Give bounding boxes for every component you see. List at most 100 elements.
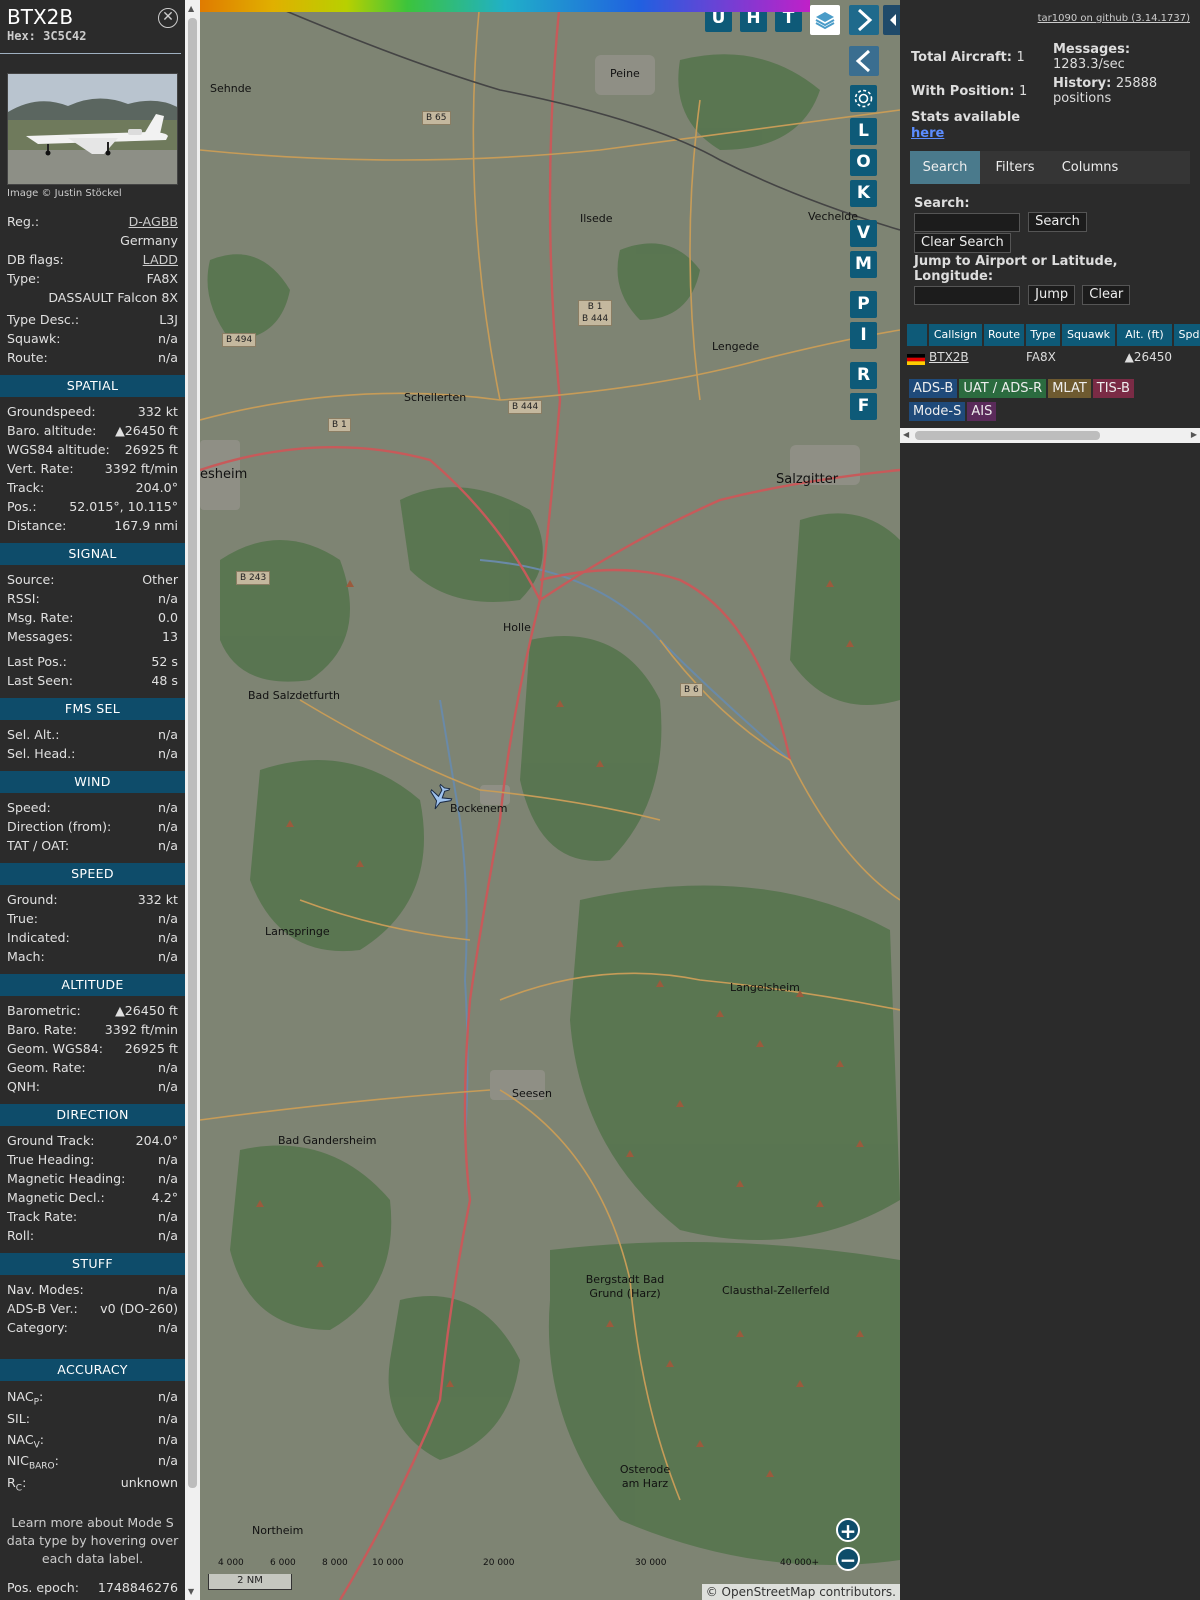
info-row-label: ADS-B Ver.: [7,1301,78,1316]
info-row: Barometric: ▲26450 ft [0,1001,185,1020]
follow-button[interactable]: F [850,393,877,420]
gear-icon[interactable] [850,85,877,112]
signal-rows: Source: Other RSSI: n/a Msg. Rate: 0.0 Message… [0,570,185,646]
search-input[interactable] [914,212,1020,232]
jump-label: Jump to Airport or Latitude, Longitude: [914,254,1118,284]
aircraft-photo[interactable] [7,73,178,185]
road-label: B 243 [236,571,271,585]
column-header[interactable]: Squawk [1062,324,1115,346]
scroll-right-arrow-icon[interactable]: ▶ [1191,430,1197,439]
vessel-toggle-button[interactable]: V [850,220,877,247]
info-row: Ground: 332 kt [0,890,185,909]
info-row-label: Pos.: [7,499,37,514]
table-row[interactable]: BTX2B FA8X ▲26450 [907,348,1200,366]
place-label: Bergstadt Bad Grund (Harz) [585,1273,665,1300]
close-icon[interactable]: ✕ [158,8,178,28]
layers-icon[interactable] [810,5,840,35]
rotate-button[interactable]: R [850,362,877,389]
info-row: Track: 204.0° [0,478,185,497]
tab-columns[interactable]: Columns [1050,151,1130,184]
chevron-left-icon[interactable] [849,46,879,76]
typedesc-row: Type Desc.: L3J [7,312,178,327]
info-row-label: Last Seen: [7,673,73,688]
column-header[interactable]: Alt. (ft) [1117,324,1172,346]
info-row-value: n/a [158,746,178,761]
github-link[interactable]: tar1090 on github (3.14.1737) [1038,13,1190,24]
flag-column-header[interactable] [907,324,927,346]
dbflags-link[interactable]: LADD [143,250,178,269]
zoom-out-icon[interactable]: − [836,1547,860,1571]
kiosk-button[interactable]: K [850,180,877,207]
info-row-value: 13 [161,629,178,644]
labels-toggle-button[interactable]: L [850,118,877,145]
clear-jump-button[interactable]: Clear [1082,285,1131,305]
column-header[interactable]: Type [1026,324,1060,346]
persistence-button[interactable]: P [850,291,877,318]
column-header[interactable]: Callsign [929,324,982,346]
column-header[interactable]: Spd [1174,324,1200,346]
altitude-color-legend [200,0,810,12]
scroll-up-arrow-icon[interactable]: ▲ [188,4,194,13]
squawk-row: Squawk: n/a [7,331,178,346]
info-row-label: Speed: [7,800,51,815]
info-row-label: RSSI: [7,591,40,606]
info-row-label: Last Pos.: [7,654,67,669]
scroll-left-arrow-icon[interactable]: ◀ [903,430,909,439]
place-label: Sehnde [210,82,252,95]
tab-filters[interactable]: Filters [980,151,1050,184]
tab-search[interactable]: Search [910,151,980,184]
map-view[interactable]: Sehnde Peine Ilsede Vechelde Lengede Sch… [200,0,900,1600]
chevron-right-icon[interactable] [849,5,879,35]
germany-flag-icon [907,348,927,366]
row-callsign[interactable]: BTX2B [929,348,982,366]
info-row-label: Geom. Rate: [7,1060,86,1075]
column-header[interactable]: Route [984,324,1024,346]
map-attribution[interactable]: © OpenStreetMap contributors. [701,1584,900,1600]
jump-button[interactable]: Jump [1028,285,1076,305]
scrollbar-thumb[interactable] [188,18,197,1488]
info-row-value: ▲26450 ft [115,423,178,438]
info-row: Baro. altitude: ▲26450 ft [0,421,185,440]
jump-input[interactable] [914,285,1020,305]
info-row-value: 332 kt [137,892,178,907]
info-row: True: n/a [0,909,185,928]
source-badge: Mode-S [909,402,966,421]
scroll-down-arrow-icon[interactable]: ▼ [188,1587,194,1596]
info-row-value: 332 kt [137,404,178,419]
info-row: Magnetic Decl.: 4.2° [0,1188,185,1207]
registration-link[interactable]: D-AGBB [129,212,178,231]
info-row-value: n/a [158,727,178,742]
road-label: B 65 [422,111,451,125]
info-row-value: v0 (DO-260) [100,1301,178,1316]
info-row-label: Sel. Head.: [7,746,76,761]
extended-labels-button[interactable]: O [850,149,877,176]
info-row-value: n/a [158,1152,178,1167]
ident-button[interactable]: I [850,322,877,349]
multi-select-button[interactable]: M [850,251,877,278]
search-button[interactable]: Search [1028,212,1087,232]
section-accuracy: ACCURACY [0,1359,185,1381]
road-label: B 6 [680,683,703,697]
info-row-label: Mach: [7,949,45,964]
section-stuff: STUFF [0,1253,185,1275]
clear-search-button[interactable]: Clear Search [914,233,1011,253]
info-panel-scrollbar[interactable]: ▲ ▼ [185,0,200,1600]
road-label: B 444 [508,400,543,414]
alt-tick: 20 000 [483,1558,515,1568]
hscroll-thumb[interactable] [915,431,1100,440]
info-row-value: 52 s [151,654,178,669]
source-badge: AIS [967,402,997,421]
alt-tick: 40 000+ [780,1558,820,1568]
info-row-value: n/a [158,1079,178,1094]
place-label: Bockenem [450,802,508,815]
stats-here-link[interactable]: here [911,126,944,141]
source-badge: TIS-B [1092,379,1134,398]
table-horizontal-scrollbar[interactable]: ◀ ▶ [900,428,1200,443]
zoom-in-icon[interactable]: + [836,1518,860,1542]
expand-sidebar-icon[interactable] [883,5,900,35]
info-row-label: Magnetic Heading: [7,1171,126,1186]
info-row-label: Track Rate: [7,1209,78,1224]
speed-rows: Ground: 332 kt True: n/a Indicated: n/a Mach: n… [0,890,185,966]
info-row-value: 26925 ft [124,1041,178,1056]
section-direction: DIRECTION [0,1104,185,1126]
